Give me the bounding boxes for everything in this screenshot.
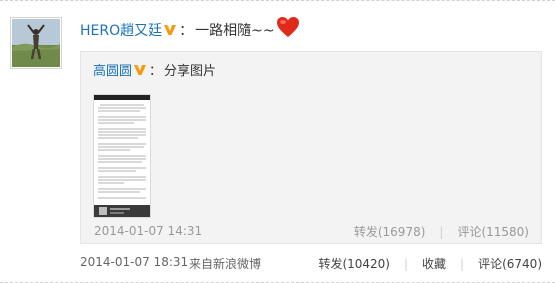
- repost-text: 分享图片: [164, 64, 217, 79]
- post-timestamp[interactable]: 2014-01-07 18:31: [80, 255, 188, 269]
- repost-actions: 转发(16978) | 评论(11580): [354, 223, 529, 240]
- screenshot-thumbnail-image: [94, 95, 150, 217]
- post-footer: 2014-01-07 18:31 来自新浪微博 转发(10420) | 收藏 |…: [80, 255, 542, 273]
- post-forward-link[interactable]: 转发(10420): [318, 255, 390, 272]
- feed-item: HERO趙又廷 ： 一路相隨~~ 高圆圆 ： 分享图片 2014-01-07 1…: [0, 0, 555, 283]
- heart-icon: [276, 17, 299, 37]
- post-text: 一路相隨~~: [195, 23, 275, 39]
- separator: |: [403, 256, 409, 271]
- repost-comment-link[interactable]: 评论(11580): [457, 223, 529, 240]
- repost-header: 高圆圆 ： 分享图片: [93, 60, 216, 79]
- post-source[interactable]: 来自新浪微博: [189, 255, 261, 272]
- avatar-image: [12, 19, 60, 67]
- repost-timestamp[interactable]: 2014-01-07 14:31: [94, 224, 202, 238]
- verified-v-icon[interactable]: [133, 63, 147, 77]
- post-actions: 转发(10420) | 收藏 | 评论(6740): [318, 255, 542, 272]
- repost-box: 高圆圆 ： 分享图片 2014-01-07 14:31 转发(16978) | …: [80, 51, 542, 244]
- separator: |: [460, 256, 465, 271]
- repost-forward-link[interactable]: 转发(16978): [354, 223, 426, 240]
- avatar[interactable]: [10, 17, 62, 69]
- repost-colon: ：: [149, 64, 163, 79]
- separator: |: [439, 224, 444, 239]
- repost-username-link[interactable]: 高圆圆: [93, 60, 132, 79]
- post-favorite-link[interactable]: 收藏: [422, 255, 446, 272]
- post-username-link[interactable]: HERO趙又廷: [80, 20, 162, 40]
- verified-v-icon[interactable]: [163, 23, 177, 37]
- post-colon: ：: [179, 23, 194, 39]
- post-comment-link[interactable]: 评论(6740): [478, 255, 542, 272]
- repost-image-thumbnail[interactable]: [93, 94, 151, 218]
- post-header: HERO趙又廷 ： 一路相隨~~: [80, 15, 300, 45]
